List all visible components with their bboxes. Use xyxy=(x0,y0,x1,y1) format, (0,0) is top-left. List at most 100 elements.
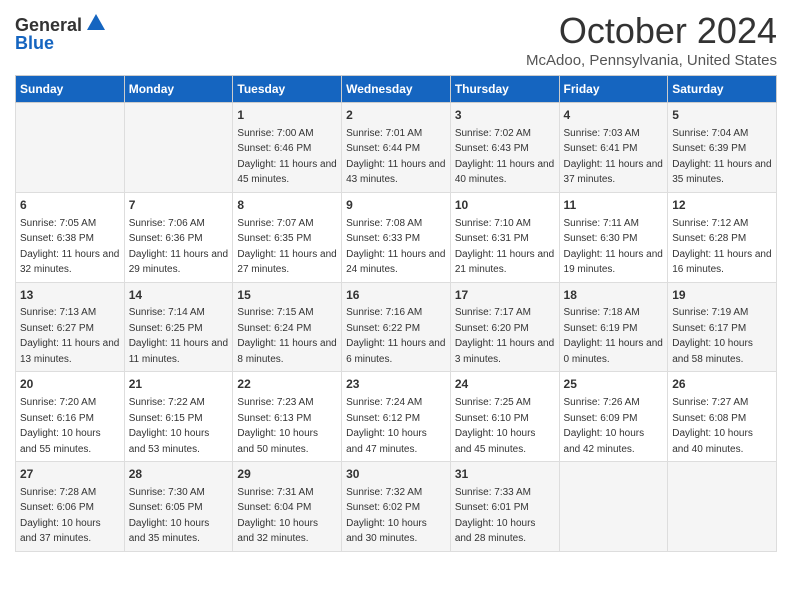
col-header-sunday: Sunday xyxy=(16,76,125,103)
day-info: Sunrise: 7:11 AMSunset: 6:30 PMDaylight:… xyxy=(564,218,663,276)
day-info: Sunrise: 7:04 AMSunset: 6:39 PMDaylight:… xyxy=(672,128,771,186)
day-number: 7 xyxy=(129,197,229,214)
day-info: Sunrise: 7:18 AMSunset: 6:19 PMDaylight:… xyxy=(564,307,663,365)
day-info: Sunrise: 7:01 AMSunset: 6:44 PMDaylight:… xyxy=(346,128,445,186)
calendar-cell: 31Sunrise: 7:33 AMSunset: 6:01 PMDayligh… xyxy=(450,462,559,552)
day-number: 16 xyxy=(346,287,446,304)
day-number: 5 xyxy=(672,107,772,124)
day-info: Sunrise: 7:12 AMSunset: 6:28 PMDaylight:… xyxy=(672,218,771,276)
calendar-cell: 7 Sunrise: 7:06 AMSunset: 6:36 PMDaylight… xyxy=(124,192,233,282)
day-number: 1 xyxy=(237,107,337,124)
col-header-friday: Friday xyxy=(559,76,668,103)
day-info: Sunrise: 7:31 AMSunset: 6:04 PMDaylight:… xyxy=(237,487,318,545)
col-header-saturday: Saturday xyxy=(668,76,777,103)
day-number: 17 xyxy=(455,287,555,304)
calendar-week-row: 1Sunrise: 7:00 AMSunset: 6:46 PMDaylight… xyxy=(16,103,777,193)
day-info: Sunrise: 7:33 AMSunset: 6:01 PMDaylight:… xyxy=(455,487,536,545)
day-info: Sunrise: 7:03 AMSunset: 6:41 PMDaylight:… xyxy=(564,128,663,186)
calendar-cell: 17 Sunrise: 7:17 AMSunset: 6:20 PMDayligh… xyxy=(450,282,559,372)
location-subtitle: McAdoo, Pennsylvania, United States xyxy=(526,52,777,69)
logo-triangle-icon xyxy=(86,12,106,32)
day-info: Sunrise: 7:25 AMSunset: 6:10 PMDaylight:… xyxy=(455,397,536,455)
title-area: October 2024 McAdoo, Pennsylvania, Unite… xyxy=(526,10,777,69)
day-info: Sunrise: 7:14 AMSunset: 6:25 PMDaylight:… xyxy=(129,307,228,365)
day-number: 15 xyxy=(237,287,337,304)
calendar-table: SundayMondayTuesdayWednesdayThursdayFrid… xyxy=(15,75,777,552)
day-info: Sunrise: 7:07 AMSunset: 6:35 PMDaylight:… xyxy=(237,218,336,276)
col-header-wednesday: Wednesday xyxy=(342,76,451,103)
calendar-cell: 24 Sunrise: 7:25 AMSunset: 6:10 PMDayligh… xyxy=(450,372,559,462)
day-number: 23 xyxy=(346,376,446,393)
day-number: 12 xyxy=(672,197,772,214)
day-number: 14 xyxy=(129,287,229,304)
calendar-cell: 5 Sunrise: 7:04 AMSunset: 6:39 PMDaylight… xyxy=(668,103,777,193)
calendar-cell: 15 Sunrise: 7:15 AMSunset: 6:24 PMDayligh… xyxy=(233,282,342,372)
day-number: 11 xyxy=(564,197,664,214)
col-header-thursday: Thursday xyxy=(450,76,559,103)
calendar-week-row: 27 Sunrise: 7:28 AMSunset: 6:06 PMDayligh… xyxy=(16,462,777,552)
day-info: Sunrise: 7:24 AMSunset: 6:12 PMDaylight:… xyxy=(346,397,427,455)
day-number: 2 xyxy=(346,107,446,124)
calendar-cell: 19 Sunrise: 7:19 AMSunset: 6:17 PMDayligh… xyxy=(668,282,777,372)
day-info: Sunrise: 7:32 AMSunset: 6:02 PMDaylight:… xyxy=(346,487,427,545)
calendar-cell: 11 Sunrise: 7:11 AMSunset: 6:30 PMDayligh… xyxy=(559,192,668,282)
day-info: Sunrise: 7:22 AMSunset: 6:15 PMDaylight:… xyxy=(129,397,210,455)
calendar-cell: 10 Sunrise: 7:10 AMSunset: 6:31 PMDayligh… xyxy=(450,192,559,282)
col-header-monday: Monday xyxy=(124,76,233,103)
calendar-cell: 28 Sunrise: 7:30 AMSunset: 6:05 PMDayligh… xyxy=(124,462,233,552)
calendar-header-row: SundayMondayTuesdayWednesdayThursdayFrid… xyxy=(16,76,777,103)
day-info: Sunrise: 7:26 AMSunset: 6:09 PMDaylight:… xyxy=(564,397,645,455)
day-number: 20 xyxy=(20,376,120,393)
calendar-cell: 13Sunrise: 7:13 AMSunset: 6:27 PMDayligh… xyxy=(16,282,125,372)
calendar-week-row: 6 Sunrise: 7:05 AMSunset: 6:38 PMDaylight… xyxy=(16,192,777,282)
calendar-cell xyxy=(124,103,233,193)
calendar-cell: 2 Sunrise: 7:01 AMSunset: 6:44 PMDaylight… xyxy=(342,103,451,193)
day-info: Sunrise: 7:10 AMSunset: 6:31 PMDaylight:… xyxy=(455,218,554,276)
day-info: Sunrise: 7:28 AMSunset: 6:06 PMDaylight:… xyxy=(20,487,101,545)
calendar-cell: 22 Sunrise: 7:23 AMSunset: 6:13 PMDayligh… xyxy=(233,372,342,462)
day-number: 21 xyxy=(129,376,229,393)
day-number: 10 xyxy=(455,197,555,214)
day-number: 8 xyxy=(237,197,337,214)
day-number: 19 xyxy=(672,287,772,304)
day-number: 13 xyxy=(20,287,120,304)
calendar-cell: 20Sunrise: 7:20 AMSunset: 6:16 PMDayligh… xyxy=(16,372,125,462)
day-info: Sunrise: 7:23 AMSunset: 6:13 PMDaylight:… xyxy=(237,397,318,455)
calendar-cell: 14 Sunrise: 7:14 AMSunset: 6:25 PMDayligh… xyxy=(124,282,233,372)
calendar-cell: 16 Sunrise: 7:16 AMSunset: 6:22 PMDayligh… xyxy=(342,282,451,372)
day-number: 27 xyxy=(20,466,120,483)
calendar-cell xyxy=(668,462,777,552)
calendar-week-row: 20Sunrise: 7:20 AMSunset: 6:16 PMDayligh… xyxy=(16,372,777,462)
calendar-cell: 4Sunrise: 7:03 AMSunset: 6:41 PMDaylight… xyxy=(559,103,668,193)
day-info: Sunrise: 7:30 AMSunset: 6:05 PMDaylight:… xyxy=(129,487,210,545)
calendar-cell: 25 Sunrise: 7:26 AMSunset: 6:09 PMDayligh… xyxy=(559,372,668,462)
day-info: Sunrise: 7:27 AMSunset: 6:08 PMDaylight:… xyxy=(672,397,753,455)
calendar-cell: 21 Sunrise: 7:22 AMSunset: 6:15 PMDayligh… xyxy=(124,372,233,462)
calendar-cell xyxy=(559,462,668,552)
day-info: Sunrise: 7:05 AMSunset: 6:38 PMDaylight:… xyxy=(20,218,119,276)
calendar-cell: 6 Sunrise: 7:05 AMSunset: 6:38 PMDaylight… xyxy=(16,192,125,282)
day-info: Sunrise: 7:02 AMSunset: 6:43 PMDaylight:… xyxy=(455,128,554,186)
day-info: Sunrise: 7:17 AMSunset: 6:20 PMDaylight:… xyxy=(455,307,554,365)
calendar-cell: 1Sunrise: 7:00 AMSunset: 6:46 PMDaylight… xyxy=(233,103,342,193)
day-number: 24 xyxy=(455,376,555,393)
day-number: 6 xyxy=(20,197,120,214)
day-number: 28 xyxy=(129,466,229,483)
col-header-tuesday: Tuesday xyxy=(233,76,342,103)
calendar-cell: 30Sunrise: 7:32 AMSunset: 6:02 PMDayligh… xyxy=(342,462,451,552)
calendar-cell: 8 Sunrise: 7:07 AMSunset: 6:35 PMDaylight… xyxy=(233,192,342,282)
day-info: Sunrise: 7:19 AMSunset: 6:17 PMDaylight:… xyxy=(672,307,753,365)
calendar-cell: 12 Sunrise: 7:12 AMSunset: 6:28 PMDayligh… xyxy=(668,192,777,282)
day-number: 22 xyxy=(237,376,337,393)
day-info: Sunrise: 7:15 AMSunset: 6:24 PMDaylight:… xyxy=(237,307,336,365)
calendar-cell xyxy=(16,103,125,193)
day-number: 9 xyxy=(346,197,446,214)
calendar-cell: 27 Sunrise: 7:28 AMSunset: 6:06 PMDayligh… xyxy=(16,462,125,552)
day-info: Sunrise: 7:08 AMSunset: 6:33 PMDaylight:… xyxy=(346,218,445,276)
day-info: Sunrise: 7:06 AMSunset: 6:36 PMDaylight:… xyxy=(129,218,228,276)
day-number: 25 xyxy=(564,376,664,393)
page-header: General Blue October 2024 McAdoo, Pennsy… xyxy=(15,10,777,69)
calendar-cell: 26Sunrise: 7:27 AMSunset: 6:08 PMDayligh… xyxy=(668,372,777,462)
calendar-cell: 18Sunrise: 7:18 AMSunset: 6:19 PMDayligh… xyxy=(559,282,668,372)
day-info: Sunrise: 7:16 AMSunset: 6:22 PMDaylight:… xyxy=(346,307,445,365)
